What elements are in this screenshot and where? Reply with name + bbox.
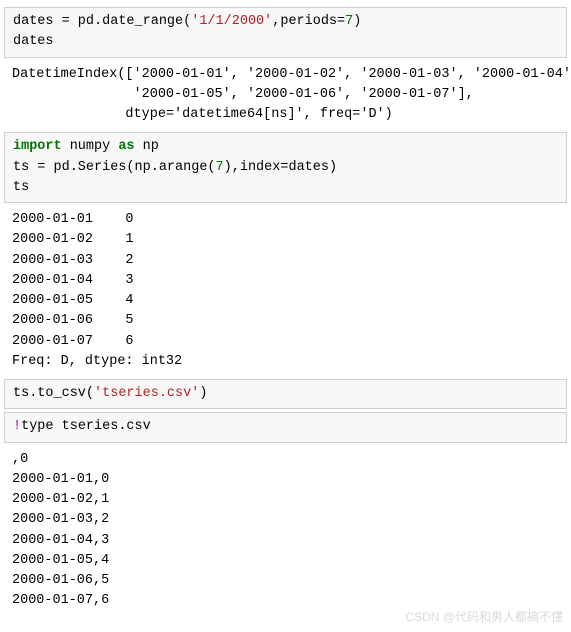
keyword-import: import xyxy=(13,139,62,154)
code-cell-1: dates = pd.date_range('1/1/2000',periods… xyxy=(4,7,567,58)
code-line: ts.to_csv('tseries.csv') xyxy=(13,386,207,401)
code-line: dates xyxy=(13,34,54,49)
output-cell-2: 2000-01-01 0 2000-01-02 1 2000-01-03 2 2… xyxy=(4,206,567,376)
code-cell-3: ts.to_csv('tseries.csv') xyxy=(4,379,567,409)
code-line: import numpy as np xyxy=(13,139,159,154)
number-literal: 7 xyxy=(216,160,224,175)
code-line: ts xyxy=(13,180,29,195)
string-literal: '1/1/2000' xyxy=(191,14,272,29)
output-cell-1: DatetimeIndex(['2000-01-01', '2000-01-02… xyxy=(4,61,567,130)
code-cell-2: import numpy as np ts = pd.Series(np.ara… xyxy=(4,132,567,203)
shell-magic: ! xyxy=(13,419,21,434)
string-literal: 'tseries.csv' xyxy=(94,386,199,401)
code-line: !type tseries.csv xyxy=(13,419,151,434)
code-line: dates = pd.date_range('1/1/2000',periods… xyxy=(13,14,361,29)
output-cell-4: ,0 2000-01-01,0 2000-01-02,1 2000-01-03,… xyxy=(4,446,567,616)
code-cell-4: !type tseries.csv xyxy=(4,412,567,442)
code-line: ts = pd.Series(np.arange(7),index=dates) xyxy=(13,160,337,175)
keyword-as: as xyxy=(118,139,134,154)
